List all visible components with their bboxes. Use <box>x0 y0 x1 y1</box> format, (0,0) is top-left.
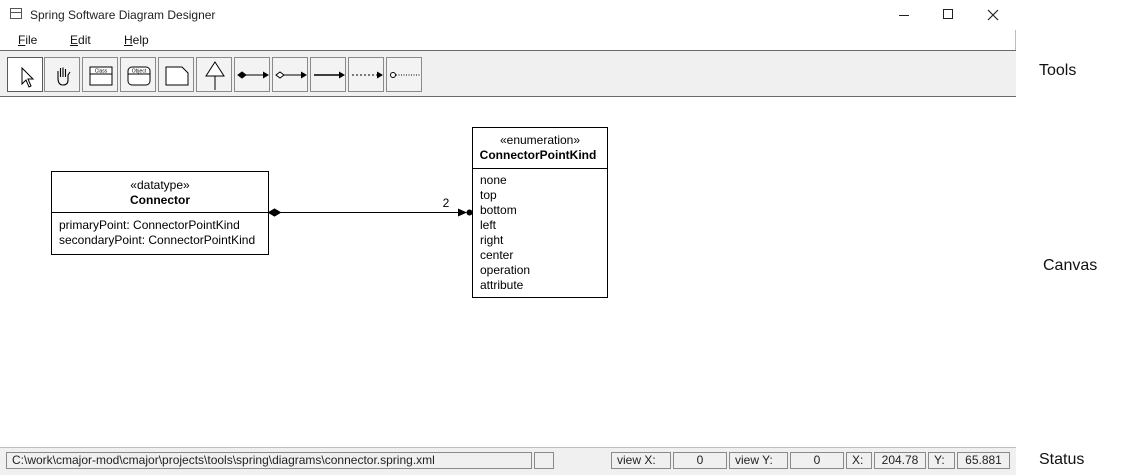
enum-literal: operation <box>480 263 530 277</box>
enum-literal: right <box>480 233 504 247</box>
maximize-button[interactable] <box>925 0 971 30</box>
minimize-button[interactable] <box>881 0 927 30</box>
note-icon <box>165 66 189 86</box>
reference-tool-button[interactable] <box>310 57 346 92</box>
menu-help-rest: elp <box>132 33 149 47</box>
toolbar: Class Object <box>0 50 1016 97</box>
title-bar: Spring Software Diagram Designer <box>0 0 1016 30</box>
object-tool-label: Object <box>132 69 147 75</box>
composition-relationship[interactable]: 2 <box>267 196 473 217</box>
close-button[interactable] <box>970 0 1016 30</box>
connector-point-kind-enum[interactable]: «enumeration» ConnectorPointKind nonetop… <box>472 127 608 298</box>
app-icon <box>10 8 22 19</box>
enum-literal: center <box>480 248 513 262</box>
diagram-canvas[interactable]: «datatype» Connector primaryPoint: Conne… <box>0 97 1016 447</box>
close-icon <box>987 9 999 21</box>
menu-help-mnemonic: H <box>124 33 133 47</box>
enum-literal: none <box>480 173 507 187</box>
create-instance-tool-button[interactable] <box>348 57 384 92</box>
file-path-field: C:\work\cmajor-mod\cmajor\projects\tools… <box>6 452 532 469</box>
object-tool-button[interactable]: Object <box>120 57 156 92</box>
app-window: Spring Software Diagram Designer File Ed… <box>0 0 1016 475</box>
menu-file-rest: ile <box>25 33 38 47</box>
enum-class-name: ConnectorPointKind <box>480 148 597 162</box>
reference-arrow-icon <box>314 71 345 79</box>
arrow-head <box>458 208 467 217</box>
dashed-arrow-icon <box>352 71 383 79</box>
class-icon: Class <box>89 66 113 86</box>
view-x-label: view X: <box>611 452 671 469</box>
connector-class-name: Connector <box>130 193 190 207</box>
enum-literal: top <box>480 188 497 202</box>
view-y-value: 0 <box>790 452 844 469</box>
status-region-label: Status <box>1039 451 1085 468</box>
enum-literal: attribute <box>480 278 524 292</box>
menu-bar: File Edit Help <box>0 30 1016 50</box>
hand-icon <box>57 67 71 86</box>
maximize-icon <box>943 9 953 19</box>
object-icon: Object <box>127 66 151 86</box>
connection-point <box>466 209 473 216</box>
composition-arrow-icon <box>237 71 269 79</box>
window-title: Spring Software Diagram Designer <box>30 8 216 22</box>
enum-stereotype: «enumeration» <box>500 133 580 147</box>
x-value: 204.78 <box>874 452 926 469</box>
connector-attribute: primaryPoint: ConnectorPointKind <box>59 218 240 232</box>
status-bar: C:\work\cmajor-mod\cmajor\projects\tools… <box>0 447 1016 475</box>
attach-note-tool-button[interactable] <box>386 57 422 92</box>
tools-region-label: Tools <box>1039 62 1077 79</box>
select-tool-button[interactable] <box>7 57 43 92</box>
attach-note-icon <box>390 72 421 78</box>
connector-attribute: secondaryPoint: ConnectorPointKind <box>59 233 255 247</box>
view-y-label: view Y: <box>729 452 788 469</box>
menu-file[interactable]: File <box>18 33 37 47</box>
enum-literal: bottom <box>480 203 517 217</box>
view-x-value: 0 <box>673 452 727 469</box>
class-tool-button[interactable]: Class <box>82 57 118 92</box>
inheritance-triangle-icon <box>205 61 225 90</box>
status-empty-field <box>534 452 554 469</box>
composition-tool-button[interactable] <box>234 57 270 92</box>
diagram-svg: «datatype» Connector primaryPoint: Conne… <box>51 127 608 298</box>
x-label: X: <box>846 452 872 469</box>
connector-class[interactable]: «datatype» Connector primaryPoint: Conne… <box>51 171 269 255</box>
canvas-region-label: Canvas <box>1043 257 1098 274</box>
enum-literal: left <box>480 218 497 232</box>
aggregation-arrow-icon <box>275 71 307 79</box>
class-tool-label: Class <box>95 69 108 75</box>
arrow-cursor-icon <box>21 66 35 88</box>
y-label: Y: <box>928 452 955 469</box>
grab-tool-button[interactable] <box>44 57 80 92</box>
menu-edit-rest: dit <box>78 33 91 47</box>
multiplicity-label: 2 <box>443 196 450 210</box>
menu-edit-mnemonic: E <box>70 33 79 47</box>
minimize-icon <box>899 15 909 16</box>
menu-edit[interactable]: Edit <box>70 33 91 47</box>
note-tool-button[interactable] <box>158 57 194 92</box>
aggregation-tool-button[interactable] <box>272 57 308 92</box>
menu-help[interactable]: Help <box>124 33 149 47</box>
inheritance-tool-button[interactable] <box>196 57 232 92</box>
y-value: 65.881 <box>957 452 1010 469</box>
composition-diamond <box>267 208 282 217</box>
connector-stereotype: «datatype» <box>130 178 190 192</box>
